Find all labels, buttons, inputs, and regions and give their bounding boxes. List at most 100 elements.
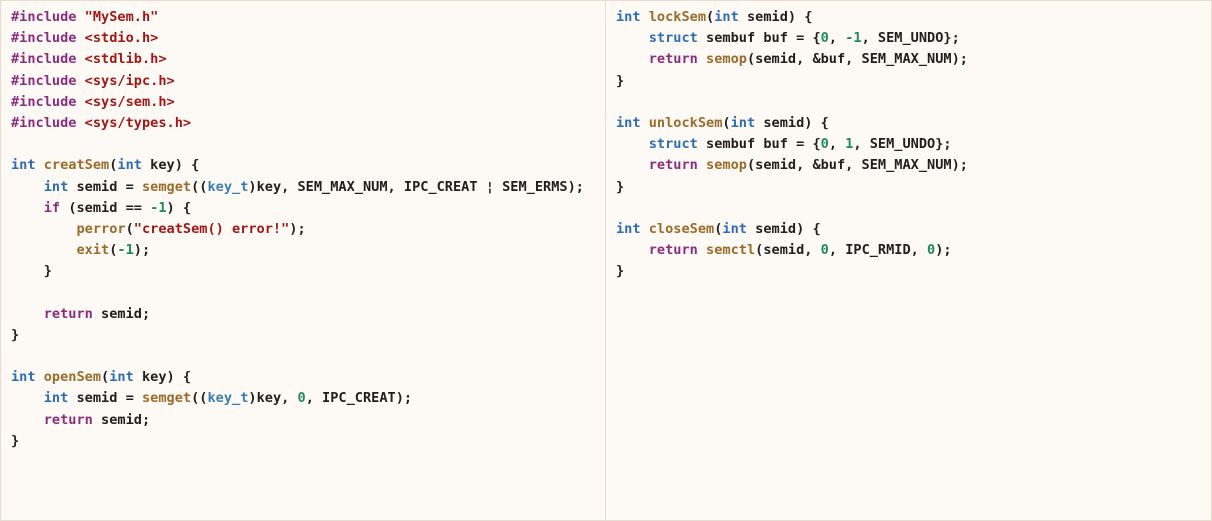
code-token: , SEM_UNDO}; bbox=[861, 30, 960, 47]
code-token: int bbox=[11, 157, 44, 174]
code-line: return semop(semid, &buf, SEM_MAX_NUM); bbox=[616, 49, 1201, 70]
code-line: #include <stdio.h> bbox=[11, 28, 595, 49]
code-line: } bbox=[616, 177, 1201, 198]
code-token: (( bbox=[191, 390, 208, 407]
code-token: semid; bbox=[101, 411, 151, 428]
code-token: semid = bbox=[76, 178, 142, 195]
code-token: <sys/sem.h> bbox=[84, 93, 175, 110]
code-token: openSem bbox=[43, 369, 102, 386]
code-token: semget bbox=[141, 390, 192, 407]
code-token: semget bbox=[141, 178, 192, 195]
code-token: )key, bbox=[248, 390, 298, 407]
code-line: } bbox=[11, 261, 595, 282]
code-token: ); bbox=[133, 242, 151, 259]
code-token: (semid == bbox=[68, 199, 151, 216]
code-token: struct bbox=[648, 136, 707, 153]
code-token: , IPC_CREAT); bbox=[305, 390, 413, 407]
code-token: (semid, &buf, SEM_MAX_NUM); bbox=[746, 51, 968, 68]
code-token: int bbox=[109, 369, 142, 386]
code-token: <stdio.h> bbox=[84, 30, 159, 47]
code-token: key) { bbox=[141, 369, 192, 386]
code-line: } bbox=[11, 325, 595, 346]
code-token: 0 bbox=[927, 242, 936, 259]
code-line: #include <stdlib.h> bbox=[11, 49, 595, 70]
code-line: #include <sys/ipc.h> bbox=[11, 71, 595, 92]
code-token: ); bbox=[289, 220, 306, 237]
code-token: semid) { bbox=[746, 9, 813, 25]
code-token: return bbox=[648, 157, 707, 174]
code-token: semop bbox=[706, 51, 747, 68]
code-token: <stdlib.h> bbox=[84, 51, 167, 68]
code-line: return semid; bbox=[11, 410, 595, 431]
code-token: "MySem.h" bbox=[84, 9, 159, 25]
code-line: #include "MySem.h" bbox=[11, 7, 595, 28]
code-token: } bbox=[616, 178, 625, 195]
code-token: } bbox=[11, 432, 20, 449]
code-token: ( bbox=[722, 114, 731, 131]
code-token: ); bbox=[935, 242, 952, 259]
code-line: struct sembuf buf = {0, 1, SEM_UNDO}; bbox=[616, 134, 1201, 155]
code-token: creatSem bbox=[43, 157, 110, 174]
code-token: sembuf buf = { bbox=[706, 136, 821, 153]
code-token: -1 bbox=[150, 199, 167, 216]
code-token: } bbox=[616, 72, 625, 89]
code-token: #include bbox=[11, 93, 85, 110]
code-token: 0 bbox=[297, 390, 306, 407]
code-token: } bbox=[11, 326, 20, 343]
right-code-pane[interactable]: int lockSem(int semid) { struct sembuf b… bbox=[606, 1, 1211, 520]
code-token: int bbox=[616, 9, 649, 25]
code-token: semid) { bbox=[763, 114, 829, 131]
code-token: exit bbox=[76, 242, 110, 259]
code-token: ( bbox=[125, 220, 134, 237]
code-token: #include bbox=[11, 51, 85, 68]
left-code-pane[interactable]: #include "MySem.h" #include <stdio.h> #inc… bbox=[1, 1, 606, 520]
code-token: #include bbox=[11, 9, 85, 25]
code-token: int bbox=[714, 9, 747, 25]
code-token: lockSem bbox=[648, 9, 707, 25]
code-token: int bbox=[616, 220, 649, 237]
code-line: } bbox=[616, 71, 1201, 92]
code-token: unlockSem bbox=[648, 114, 723, 131]
code-token: #include bbox=[11, 30, 85, 47]
code-token: , SEM_UNDO}; bbox=[853, 136, 952, 153]
code-token: semctl bbox=[706, 242, 756, 259]
code-token: return bbox=[648, 51, 707, 68]
code-token: -1 bbox=[845, 30, 862, 47]
code-token: } bbox=[616, 263, 625, 280]
code-token: semid; bbox=[101, 305, 151, 322]
code-token: if bbox=[43, 199, 69, 216]
code-line: #include <sys/types.h> bbox=[11, 113, 595, 134]
code-line: int lockSem(int semid) { bbox=[616, 7, 1201, 28]
code-viewer: #include "MySem.h" #include <stdio.h> #inc… bbox=[0, 0, 1212, 521]
code-token: -1 bbox=[117, 242, 134, 259]
code-line: #include <sys/sem.h> bbox=[11, 92, 595, 113]
code-token: (semid, &buf, SEM_MAX_NUM); bbox=[746, 157, 968, 174]
code-line: int openSem(int key) { bbox=[11, 367, 595, 388]
code-token: return bbox=[43, 411, 102, 428]
code-token: )key, SEM_MAX_NUM, IPC_CREAT ¦ SEM_ERMS)… bbox=[248, 178, 584, 195]
code-token: return bbox=[43, 305, 102, 322]
code-token: struct bbox=[648, 30, 707, 47]
code-token: key_t bbox=[207, 178, 249, 195]
code-line: return semctl(semid, 0, IPC_RMID, 0); bbox=[616, 240, 1201, 261]
code-token: 0 bbox=[820, 242, 829, 259]
code-token: semid = bbox=[76, 390, 142, 407]
code-token: ( bbox=[706, 9, 715, 25]
code-line: } bbox=[11, 431, 595, 452]
code-token: (( bbox=[191, 178, 208, 195]
code-token: semop bbox=[706, 157, 747, 174]
right-code-block: int lockSem(int semid) { struct sembuf b… bbox=[616, 7, 1201, 282]
code-token: int bbox=[43, 178, 77, 195]
code-token: perror bbox=[76, 220, 126, 237]
code-line: int creatSem(int key) { bbox=[11, 155, 595, 176]
code-line: int semid = semget((key_t)key, SEM_MAX_N… bbox=[11, 177, 595, 198]
code-line: int semid = semget((key_t)key, 0, IPC_CR… bbox=[11, 388, 595, 409]
